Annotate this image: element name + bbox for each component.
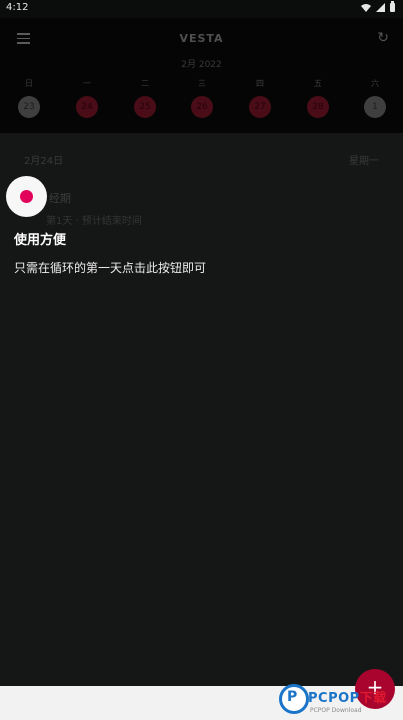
weekday-label: 五: [314, 79, 322, 88]
refresh-icon[interactable]: ↻: [377, 30, 389, 46]
day-column[interactable]: 二 25: [133, 78, 157, 118]
status-time: 4:12: [6, 2, 29, 13]
tooltip-title: 使用方便: [14, 233, 67, 248]
day-number[interactable]: 25: [134, 96, 156, 118]
weekday-label: 一: [83, 79, 91, 88]
day-column[interactable]: 一 24: [75, 78, 99, 118]
weekday-name: 星期一: [349, 156, 379, 167]
weekday-label: 日: [25, 79, 33, 88]
date-header: 2月24日 星期一: [0, 152, 403, 172]
period-start-button[interactable]: [6, 176, 47, 217]
day-number[interactable]: 1: [364, 96, 386, 118]
wifi-icon: [361, 4, 371, 12]
weekday-label: 六: [371, 79, 379, 88]
week-strip: 日 23 一 24 二 25 三 26 四 27 五 28 六 1: [0, 78, 403, 128]
selected-date: 2月24日: [24, 156, 64, 167]
period-item-title: 经期: [49, 192, 71, 205]
weekday-label: 二: [141, 79, 149, 88]
weekday-label: 四: [256, 79, 264, 88]
app-title: VESTA: [179, 32, 224, 45]
watermark-subtext: PCPOP Download: [310, 707, 362, 714]
record-dot-icon: [20, 190, 33, 203]
battery-icon: [390, 1, 395, 12]
day-number[interactable]: 27: [249, 96, 271, 118]
tooltip-body: 只需在循环的第一天点击此按钮即可: [14, 261, 207, 275]
signal-icon: [376, 3, 385, 12]
day-column[interactable]: 五 28: [306, 78, 330, 118]
month-label: 2月 2022: [181, 60, 222, 70]
app-bar: VESTA 2月 2022 ↻ 日 23 一 24 二 25 三 26 四 27…: [0, 18, 403, 133]
day-number[interactable]: 23: [18, 96, 40, 118]
day-column[interactable]: 日 23: [17, 78, 41, 118]
day-column[interactable]: 三 26: [190, 78, 214, 118]
day-number[interactable]: 28: [307, 96, 329, 118]
watermark-text: PCPOP下载: [308, 691, 387, 706]
day-number[interactable]: 24: [76, 96, 98, 118]
period-item-subtitle: 第1天 · 预计结束时间: [46, 216, 142, 227]
status-icons: [361, 1, 395, 12]
day-column[interactable]: 四 27: [248, 78, 272, 118]
status-bar: 4:12: [0, 0, 403, 18]
watermark-logo-icon: P: [279, 684, 309, 714]
day-column[interactable]: 六 1: [363, 78, 387, 118]
watermark: P PCPOP下载 PCPOP Download: [279, 683, 403, 720]
weekday-label: 三: [198, 79, 206, 88]
day-number[interactable]: 26: [191, 96, 213, 118]
